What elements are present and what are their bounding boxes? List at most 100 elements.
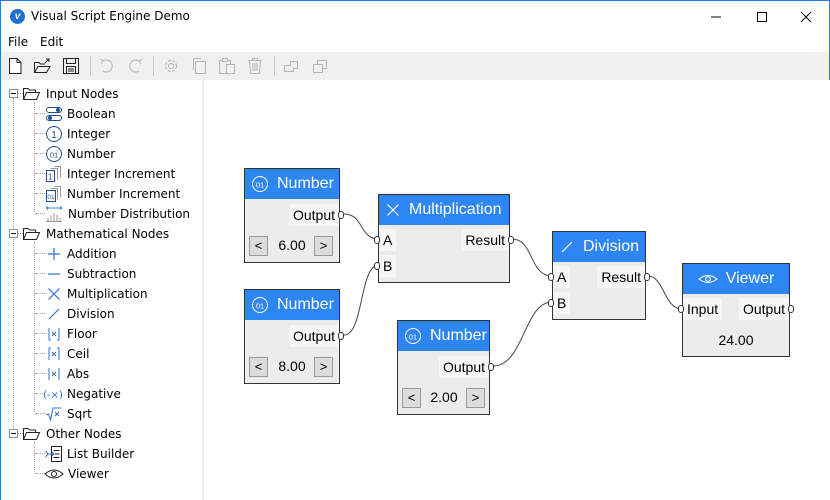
number-value[interactable]: 2.00 <box>423 389 465 405</box>
redo-button[interactable] <box>124 55 146 77</box>
connection-wire <box>492 301 553 367</box>
maximize-button[interactable] <box>739 1 785 32</box>
settings-button[interactable] <box>160 55 182 77</box>
expand-toggle-input-nodes[interactable] <box>9 89 18 98</box>
output-port-label: Output <box>288 204 339 226</box>
times-icon <box>387 204 399 216</box>
multiplication-node[interactable]: Multiplication A B Result <box>374 194 514 283</box>
node-tree-panel: Input Nodes Boolean 1 Integer 01 Number … <box>1 80 202 500</box>
number-node-3[interactable]: 01 Number Output < 2.00 > <box>397 320 494 415</box>
output-port[interactable] <box>644 273 650 281</box>
input-port[interactable] <box>678 305 684 313</box>
send-backward-button[interactable] <box>309 55 331 77</box>
increment-button[interactable]: > <box>314 357 333 377</box>
connection-wire <box>511 238 553 277</box>
increment-button[interactable]: > <box>466 388 485 408</box>
copy-icon <box>193 58 206 74</box>
slash-icon <box>561 241 573 253</box>
bring-forward-icon <box>284 61 298 72</box>
connection-wire <box>647 275 683 310</box>
expand-toggle-mathematical-nodes[interactable] <box>9 229 18 238</box>
close-button[interactable] <box>783 1 829 32</box>
number-increment-icon: 01 <box>46 186 61 202</box>
tree-line <box>35 313 45 314</box>
input-port-b[interactable] <box>374 262 380 270</box>
plus-icon <box>48 248 60 260</box>
delete-button[interactable] <box>244 55 266 77</box>
tree-line <box>34 242 35 412</box>
node-title: Number <box>277 175 334 192</box>
node-header[interactable]: Viewer <box>683 264 789 294</box>
node-header[interactable]: Division <box>553 232 645 262</box>
menu-file[interactable]: File <box>8 35 28 49</box>
eye-icon <box>44 469 64 479</box>
input-port-a[interactable] <box>374 236 380 244</box>
viewer-node[interactable]: Viewer Input Output 24.00 <box>678 263 794 357</box>
tree-line <box>35 253 45 254</box>
undo-icon <box>99 58 113 73</box>
undo-button[interactable] <box>96 55 118 77</box>
tree-item-label: Boolean <box>67 107 116 121</box>
save-button[interactable] <box>60 55 82 77</box>
app-window: v Visual Script Engine Demo File Edit In… <box>0 0 830 500</box>
decrement-button[interactable]: < <box>402 388 421 408</box>
input-port-a[interactable] <box>548 273 554 281</box>
output-port[interactable] <box>788 305 794 313</box>
times-icon <box>48 288 60 300</box>
svg-text:01: 01 <box>409 333 417 342</box>
redo-icon <box>129 58 143 73</box>
number-node-2[interactable]: 01 Number Output < 8.00 > <box>244 289 344 384</box>
output-port[interactable] <box>508 236 514 244</box>
number-icon: 01 <box>252 297 268 313</box>
negative-icon: (-×) <box>43 390 63 401</box>
tree-item-label: Number Distribution <box>68 207 191 221</box>
output-port[interactable] <box>338 211 344 219</box>
number-value[interactable]: 8.00 <box>271 358 313 374</box>
tree-item-label: Subtraction <box>67 267 137 281</box>
open-file-button[interactable] <box>32 55 54 77</box>
viewer-value: 24.00 <box>718 332 754 348</box>
gear-icon <box>165 60 177 72</box>
node-header[interactable]: 01 Number <box>245 169 339 199</box>
send-backward-icon <box>313 60 327 73</box>
tree-item-label: Number <box>67 147 116 161</box>
expand-toggle-other-nodes[interactable] <box>9 429 18 438</box>
new-file-icon <box>9 58 22 74</box>
bring-forward-button[interactable] <box>281 55 303 77</box>
input-port-b[interactable] <box>548 299 554 307</box>
decrement-button[interactable]: < <box>249 236 268 256</box>
increment-button[interactable]: > <box>314 236 333 256</box>
node-header[interactable]: 01 Number <box>245 290 339 320</box>
menu-edit[interactable]: Edit <box>40 35 63 49</box>
graph-canvas[interactable]: 01 Number Output < 6.00 > 01 Number Outp… <box>204 80 830 500</box>
minimize-button[interactable] <box>693 1 739 32</box>
output-port[interactable] <box>488 363 494 371</box>
copy-button[interactable] <box>188 55 210 77</box>
paste-button[interactable] <box>216 55 238 77</box>
svg-text:01: 01 <box>47 194 55 201</box>
node-title: Number <box>277 296 334 313</box>
output-port[interactable] <box>338 332 344 340</box>
node-header[interactable]: Multiplication <box>379 195 509 225</box>
tree-line <box>35 293 45 294</box>
svg-text:01: 01 <box>256 302 264 311</box>
division-node[interactable]: Division A B Result <box>548 231 650 320</box>
tree-line <box>35 413 45 414</box>
eye-icon <box>697 275 718 283</box>
number-icon: 01 <box>405 328 421 344</box>
node-header[interactable]: 01 Number <box>398 321 489 351</box>
new-file-button[interactable] <box>4 55 26 77</box>
number-node-1[interactable]: 01 Number Output < 6.00 > <box>244 168 344 263</box>
tree-item-label: Integer Increment <box>67 167 176 181</box>
tree-item-label: Division <box>67 307 115 321</box>
node-title: Multiplication <box>409 201 502 218</box>
close-icon <box>800 11 812 22</box>
input-port-label-b: B <box>379 255 397 277</box>
tree-line <box>35 133 45 134</box>
tree-line <box>35 273 45 274</box>
decrement-button[interactable]: < <box>249 357 268 377</box>
number-value[interactable]: 6.00 <box>271 237 313 253</box>
output-port-label: Output <box>438 356 489 378</box>
slash-icon <box>48 308 60 320</box>
tree-item-label: Multiplication <box>67 287 148 301</box>
